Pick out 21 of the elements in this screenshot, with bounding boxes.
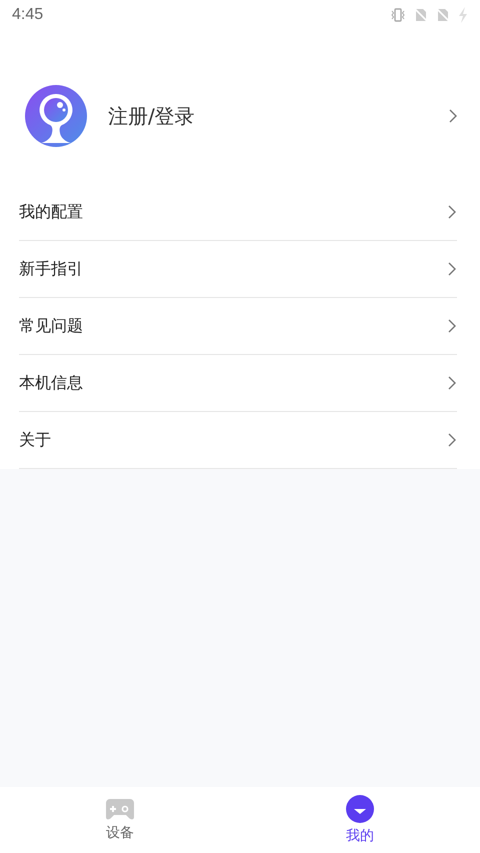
menu-item[interactable]: 我的配置 <box>19 184 457 241</box>
nav-tab[interactable]: 设备 <box>0 787 240 853</box>
chevron-icon <box>447 261 457 277</box>
chevron-icon <box>447 318 457 334</box>
chevron-icon <box>448 108 458 124</box>
nav-tab[interactable]: 我的 <box>240 787 480 853</box>
no-sim-icon <box>414 8 428 22</box>
status-time: 4:45 <box>12 6 44 24</box>
menu-item[interactable]: 常见问题 <box>19 298 457 355</box>
profile-row[interactable]: 注册/登录 <box>0 30 480 184</box>
gamepad-icon <box>105 798 135 820</box>
vibrate-icon <box>390 8 406 22</box>
menu-item[interactable]: 新手指引 <box>19 241 457 298</box>
chevron-icon <box>447 375 457 391</box>
chevron-icon <box>447 204 457 220</box>
profile-icon <box>346 795 374 823</box>
app-logo-icon <box>24 84 88 148</box>
charging-icon <box>458 7 468 23</box>
menu-item[interactable]: 本机信息 <box>19 355 457 412</box>
no-sim-icon <box>436 8 450 22</box>
chevron-icon <box>447 432 457 448</box>
